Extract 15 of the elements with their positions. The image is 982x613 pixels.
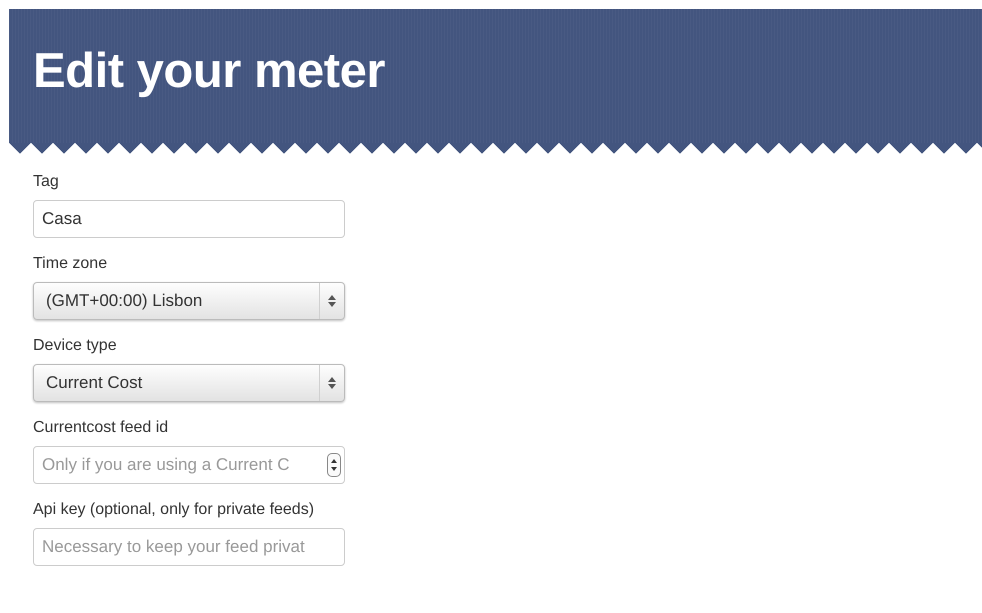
field-label: Currentcost feed id (33, 418, 170, 438)
up-down-arrows-icon (331, 458, 337, 472)
input-field[interactable]: Necessary to keep your feed privat (33, 528, 345, 566)
spinner-control[interactable] (327, 453, 341, 477)
field-label: Api key (optional, only for private feeds) (33, 500, 316, 520)
select-field[interactable]: (GMT+00:00) Lisbon (33, 282, 345, 320)
up-down-arrows-icon (328, 295, 336, 307)
input-field[interactable]: Casa (33, 200, 345, 238)
input-field[interactable]: Only if you are using a Current C (33, 446, 345, 484)
field-label: Tag (33, 172, 60, 192)
up-down-arrows-icon (328, 377, 336, 389)
field-label: Time zone (33, 254, 108, 274)
field-label: Device type (33, 336, 118, 356)
page-title: Edit your meter (33, 43, 385, 99)
select-field[interactable]: Current Cost (33, 364, 345, 402)
